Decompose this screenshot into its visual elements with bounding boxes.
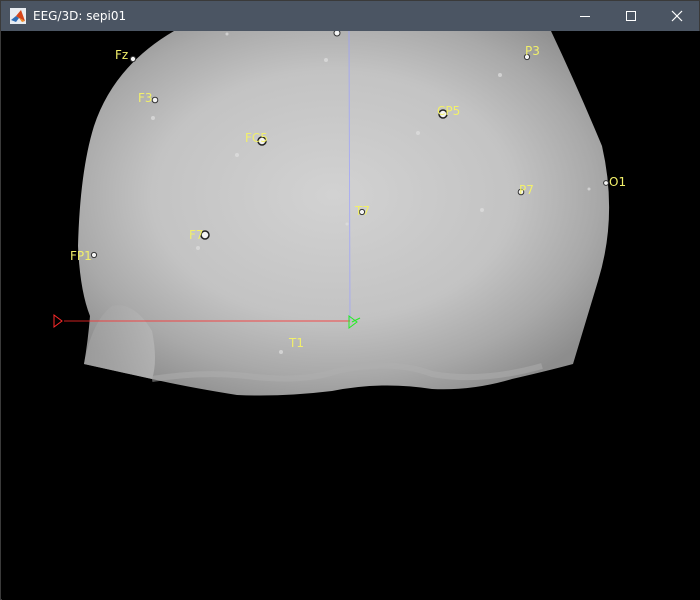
electrode-cp5[interactable]: CP5	[437, 104, 460, 119]
electrode-t1[interactable]: T1	[288, 336, 304, 350]
electrode-label-fz: Fz	[115, 48, 128, 62]
electrode-label-fc5: FC5	[245, 131, 268, 145]
electrode-label-p3: P3	[525, 44, 540, 58]
electrode-label-cp5: CP5	[437, 104, 460, 118]
title-bar[interactable]: EEG/3D: sepi01	[1, 1, 699, 31]
minimize-button[interactable]	[562, 1, 608, 31]
close-button[interactable]	[654, 1, 700, 31]
electrode-fz[interactable]: Fz	[115, 48, 137, 63]
electrode-label-t7: T7	[354, 204, 370, 218]
x-axis-arrow	[53, 314, 63, 328]
maximize-icon	[626, 11, 636, 21]
head-surface	[78, 31, 610, 396]
window-title: EEG/3D: sepi01	[33, 9, 127, 23]
electrode-label-f7: F7	[189, 228, 204, 242]
3d-viewport[interactable]: Fz P3 F3 CP5 FC5 O1 P7 T7 F7 FP1 T1	[2, 31, 700, 600]
head-scene[interactable]: Fz P3 F3 CP5 FC5 O1 P7 T7 F7 FP1 T1	[2, 31, 700, 600]
electrode-t7[interactable]: T7	[354, 204, 370, 218]
maximize-button[interactable]	[608, 1, 654, 31]
electrode-label-p7: P7	[519, 183, 534, 197]
electrode-p7[interactable]: P7	[517, 183, 534, 197]
electrode-p3[interactable]: P3	[523, 44, 540, 61]
electrode-fc5[interactable]: FC5	[245, 131, 268, 146]
electrode-top[interactable]	[333, 31, 341, 37]
minimize-icon	[580, 16, 590, 17]
eeg-3d-window: EEG/3D: sepi01 Fz P3 F3 CP5 FC5 O1 P7 T7…	[0, 0, 700, 600]
electrode-label-f3: F3	[138, 91, 153, 105]
electrode-label-fp1: FP1	[70, 249, 92, 263]
matlab-icon	[10, 8, 26, 24]
electrode-label-o1: O1	[609, 175, 626, 189]
electrode-label-t1: T1	[288, 336, 304, 350]
close-icon	[671, 10, 683, 22]
